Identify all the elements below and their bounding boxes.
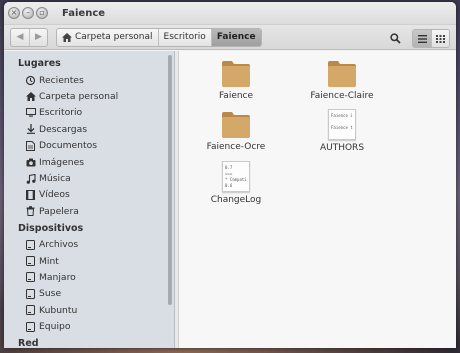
search-button[interactable] [386,30,404,47]
sidebar-item-label: Música [39,173,71,185]
sidebar-item-label: Papelera [39,205,79,217]
sidebar-item-descargas[interactable]: Descargas [4,121,174,137]
camera-icon [25,157,36,168]
breadcrumb-escritorio[interactable]: Escritorio [157,28,211,46]
file-item-faience[interactable]: Faience [191,58,281,101]
document-icon [25,140,36,151]
sidebar-item-imagenes[interactable]: Imágenes [4,154,174,170]
sidebar-item-label: Carpeta personal [39,91,119,103]
list-view-button[interactable] [413,30,431,47]
sidebar-item-label: Escritorio [39,107,83,119]
arrow-left-icon: ◀ [16,32,24,42]
file-view: Faience Faience-Claire Faience-Ocre Faie [179,51,456,348]
breadcrumb: Carpeta personal Escritorio Faience [56,27,262,47]
sidebar-item-carpeta-personal[interactable]: Carpeta personal [4,88,174,104]
sidebar-item-label: Archivos [39,239,79,251]
list-view-icon [417,34,427,43]
file-manager-window: × – ▫ Faience ◀ ▶ Carpeta personal Escri… [4,2,456,348]
arrow-right-icon: ▶ [35,32,42,42]
home-icon [62,32,72,42]
file-item-authors[interactable]: Faience i Faience t AUTHORS [297,109,387,153]
sidebar-item-suse[interactable]: Suse [4,286,174,302]
file-preview-line: 0.6 [225,183,233,188]
forward-button[interactable]: ▶ [29,28,47,46]
sidebar-item-label: Mint [39,255,59,267]
sidebar-item-label: Kubuntu [39,304,78,316]
folder-icon [222,61,250,87]
sidebar-item-label: Imágenes [39,156,85,168]
recent-icon [25,75,36,86]
drive-icon [25,321,36,332]
sidebar-item-label: Documentos [39,140,98,152]
search-icon [389,33,401,44]
breadcrumb-label: Faience [216,32,256,42]
sidebar-scrollbar[interactable] [168,55,172,305]
section-header-lugares: Lugares [18,58,61,69]
file-label: Faience [218,91,254,101]
sidebar-item-manjaro[interactable]: Manjaro [4,269,174,285]
sidebar-item-recientes[interactable]: Recientes [4,72,174,88]
view-mode-toggle [412,29,450,48]
sidebar-item-videos[interactable]: Vídeos [4,187,174,203]
sidebar-item-papelera[interactable]: Papelera [4,203,174,219]
file-label: AUTHORS [319,143,365,153]
window-title: Faience [62,7,106,19]
sidebar-item-escritorio[interactable]: Escritorio [4,105,174,121]
section-header-red: Red [18,337,39,348]
file-label: Faience-Ocre [206,142,266,152]
sidebar-item-label: Equipo [39,321,71,333]
video-icon [25,189,36,200]
navigation-buttons: ◀ ▶ [10,27,48,47]
section-header-dispositivos: Dispositivos [18,222,84,234]
drive-icon [25,288,36,299]
file-label: ChangeLog [210,195,262,205]
sidebar-item-archivos[interactable]: Archivos [4,237,174,253]
sidebar-item-label: Recientes [39,74,84,86]
breadcrumb-current[interactable]: Faience [210,28,261,46]
sidebar-item-equipo[interactable]: Equipo [4,318,174,334]
text-file-icon: Faience i Faience t [328,109,356,140]
file-item-faience-ocre[interactable]: Faience-Ocre [191,109,281,152]
toolbar: ◀ ▶ Carpeta personal Escritorio Faience [4,25,456,50]
drive-icon [25,256,36,267]
file-preview-line: Faience t [331,125,353,130]
sidebar-item-musica[interactable]: Música [4,170,174,186]
text-file-icon: 0.7 === * Compati 0.6 [222,161,250,192]
music-icon [25,173,36,184]
close-icon[interactable]: × [8,7,20,19]
grid-view-button[interactable] [431,30,449,47]
minimize-icon[interactable]: – [22,7,34,19]
sidebar-item-label: Manjaro [39,271,76,283]
drive-icon [25,239,36,250]
file-label: Faience-Claire [310,91,374,101]
back-button[interactable]: ◀ [11,29,29,46]
breadcrumb-label: Carpeta personal [75,32,153,42]
maximize-icon[interactable]: ▫ [36,7,48,19]
trash-icon [25,206,36,217]
grid-view-icon [436,34,445,43]
breadcrumb-home[interactable]: Carpeta personal [57,29,158,46]
sidebar: Lugares Recientes Carpeta personal Escri… [4,51,175,348]
file-preview-line: Faience i [331,113,353,118]
home-icon [25,91,36,102]
desktop-icon [25,107,36,118]
drive-icon [25,305,36,316]
download-icon [25,124,36,135]
file-item-changelog[interactable]: 0.7 === * Compati 0.6 ChangeLog [191,161,281,205]
sidebar-item-label: Vídeos [39,189,70,201]
breadcrumb-label: Escritorio [163,32,206,42]
drive-icon [25,272,36,283]
sidebar-item-mint[interactable]: Mint [4,253,174,269]
sidebar-item-label: Descargas [39,123,88,135]
file-item-faience-claire[interactable]: Faience-Claire [297,58,387,101]
sidebar-item-kubuntu[interactable]: Kubuntu [4,302,174,318]
sidebar-item-documentos[interactable]: Documentos [4,138,174,154]
title-bar[interactable]: × – ▫ Faience [4,2,456,25]
folder-icon [328,61,356,87]
sidebar-item-label: Suse [39,288,62,300]
folder-icon [222,112,250,138]
